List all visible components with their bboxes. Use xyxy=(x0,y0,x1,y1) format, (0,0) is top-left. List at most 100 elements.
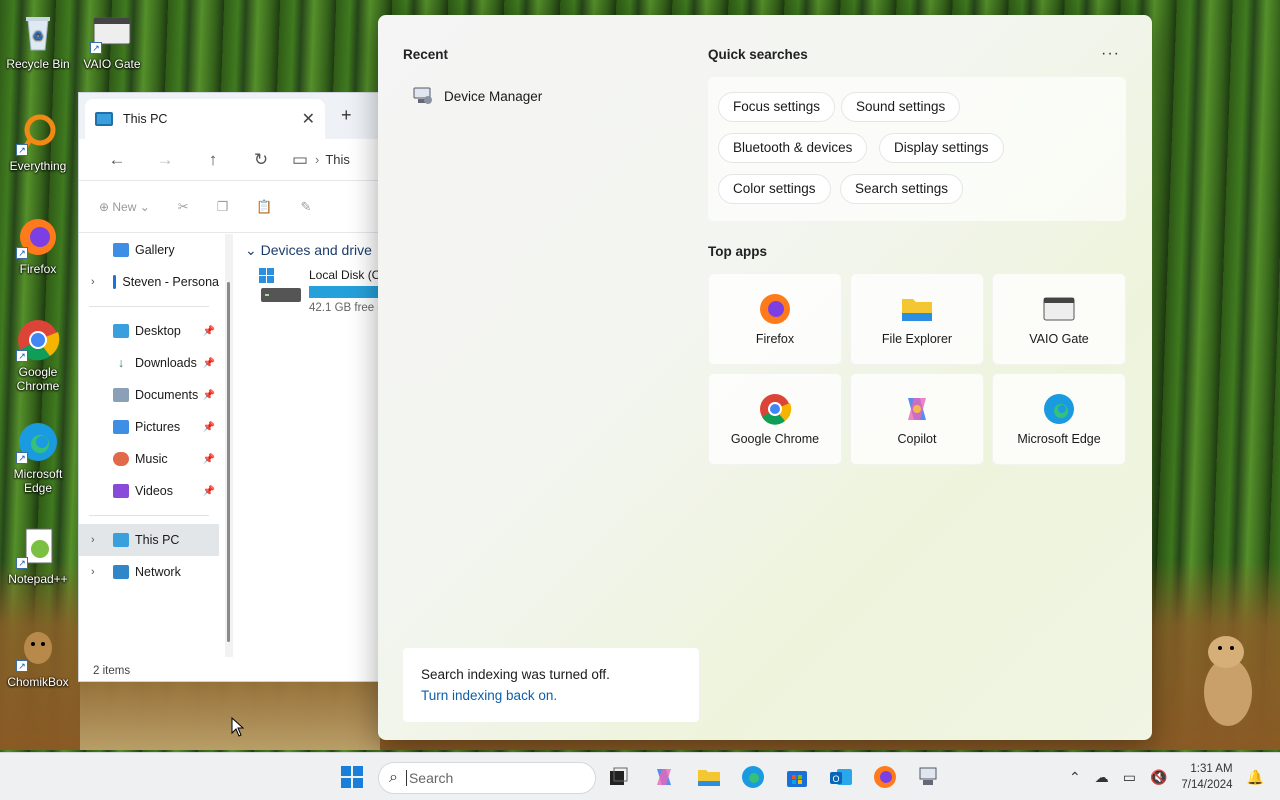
cut-icon[interactable]: ✂ xyxy=(178,199,189,215)
sidebar-scrollbar[interactable] xyxy=(225,234,233,657)
app-label: Google Chrome xyxy=(730,432,820,446)
new-tab-icon[interactable]: + xyxy=(341,105,352,126)
search-start-panel: Recent Device Manager Quick searches ···… xyxy=(378,15,1152,740)
desktop-icon-chomikbox[interactable]: ↗ ChomikBox xyxy=(0,628,76,689)
desktop-mascot-image xyxy=(1196,630,1260,730)
notice-text: Search indexing was turned off. xyxy=(421,667,610,682)
group-header[interactable]: ⌄ Devices and drive xyxy=(235,234,378,259)
desktop-icon-recycle-bin[interactable]: ♻ Recycle Bin xyxy=(0,10,76,71)
expand-chevron-icon[interactable]: › xyxy=(91,534,95,546)
firefox-icon xyxy=(874,766,896,788)
sidebar-item-downloads[interactable]: ↓ Downloads 📌 xyxy=(79,347,219,379)
desktop-icon-firefox[interactable]: ↗ Firefox xyxy=(0,215,76,276)
sidebar-item-videos[interactable]: Videos 📌 xyxy=(79,475,219,507)
device-manager-icon xyxy=(412,86,434,106)
taskbar-store[interactable] xyxy=(785,765,809,789)
forward-arrow-icon[interactable]: → xyxy=(141,150,189,170)
recent-title: Recent xyxy=(403,47,449,62)
top-app-firefox[interactable]: Firefox xyxy=(708,273,842,365)
chip-color-settings[interactable]: Color settings xyxy=(718,174,831,204)
chip-bluetooth-devices[interactable]: Bluetooth & devices xyxy=(718,133,868,163)
shortcut-arrow-icon: ↗ xyxy=(90,42,102,54)
desktop-icon-notepadpp[interactable]: ↗ Notepad++ xyxy=(0,525,76,586)
taskbar-device-manager[interactable] xyxy=(917,765,941,789)
drive-item-c[interactable]: Local Disk (C 42.1 GB free o xyxy=(259,268,378,314)
chip-focus-settings[interactable]: Focus settings xyxy=(718,92,836,122)
pin-icon: 📌 xyxy=(202,325,215,337)
expand-chevron-icon[interactable]: › xyxy=(91,566,95,578)
desktop-icon-microsoft-edge[interactable]: ↗ Microsoft Edge xyxy=(0,420,76,495)
sidebar-item-network[interactable]: › Network xyxy=(79,556,219,588)
chip-display-settings[interactable]: Display settings xyxy=(879,133,1004,163)
sidebar-divider xyxy=(89,306,209,307)
network-tray-icon[interactable]: ▭ xyxy=(1123,769,1136,786)
scrollbar-thumb[interactable] xyxy=(227,282,230,642)
desktop-icon-label: ChomikBox xyxy=(7,675,69,689)
show-hidden-icons-chevron-icon[interactable]: ⌃ xyxy=(1069,769,1081,786)
chip-search-settings[interactable]: Search settings xyxy=(840,174,964,204)
desktop-icon-label: Microsoft Edge xyxy=(13,467,63,495)
store-icon xyxy=(787,771,807,787)
download-icon: ↓ xyxy=(117,356,125,370)
edge-icon xyxy=(742,766,764,788)
status-bar: 2 items xyxy=(93,665,131,677)
taskbar: ⌕ Search O ⌃ ☁ ▭ 🔇 1:31 AM 7/14/2024 🔔 xyxy=(0,752,1280,800)
sidebar-item-onedrive[interactable]: › Steven - Persona xyxy=(79,266,219,298)
taskbar-file-explorer[interactable] xyxy=(697,765,721,789)
chrome-icon xyxy=(758,392,792,426)
drive-free-space: 42.1 GB free o xyxy=(309,302,378,314)
expand-chevron-icon[interactable]: › xyxy=(91,276,95,288)
task-view-button[interactable] xyxy=(606,765,630,789)
recent-item-device-manager[interactable]: Device Manager xyxy=(412,86,542,106)
top-app-copilot[interactable]: Copilot xyxy=(850,373,984,465)
chip-sound-settings[interactable]: Sound settings xyxy=(841,92,961,122)
more-options-icon[interactable]: ··· xyxy=(1101,45,1120,63)
back-arrow-icon[interactable]: ← xyxy=(93,150,141,170)
firefox-icon: ↗ xyxy=(16,215,60,259)
taskbar-outlook[interactable]: O xyxy=(829,765,853,789)
top-app-microsoft-edge[interactable]: Microsoft Edge xyxy=(992,373,1126,465)
notification-bell-icon[interactable]: 🔔 xyxy=(1247,769,1264,786)
sidebar-item-label: Videos xyxy=(135,484,173,498)
new-button[interactable]: ⊕ New ⌄ xyxy=(99,200,150,214)
quick-searches-title: Quick searches xyxy=(708,47,808,62)
top-apps-title: Top apps xyxy=(708,244,767,259)
top-app-file-explorer[interactable]: File Explorer xyxy=(850,273,984,365)
sidebar-item-this-pc[interactable]: › This PC xyxy=(79,524,219,556)
clock[interactable]: 1:31 AM 7/14/2024 xyxy=(1181,761,1232,793)
taskbar-firefox[interactable] xyxy=(873,765,897,789)
refresh-icon[interactable]: ↻ xyxy=(237,150,285,170)
taskbar-search-box[interactable]: ⌕ Search xyxy=(378,762,596,794)
desktop-icon-everything[interactable]: ↗ Everything xyxy=(0,112,76,173)
volume-tray-icon[interactable]: 🔇 xyxy=(1150,769,1167,786)
desktop-icon-vaio-gate[interactable]: ↗ VAIO Gate xyxy=(74,10,150,71)
close-tab-icon[interactable]: ✕ xyxy=(302,109,315,129)
copy-icon[interactable]: ❐ xyxy=(217,199,229,215)
sidebar-item-music[interactable]: Music 📌 xyxy=(79,443,219,475)
sidebar-item-pictures[interactable]: Pictures 📌 xyxy=(79,411,219,443)
explorer-tab[interactable]: This PC ✕ xyxy=(85,99,325,139)
turn-indexing-on-link[interactable]: Turn indexing back on. xyxy=(421,688,699,703)
quick-searches-box: Focus settings Sound settings Bluetooth … xyxy=(708,77,1126,221)
sidebar-item-desktop[interactable]: Desktop 📌 xyxy=(79,315,219,347)
top-app-vaio-gate[interactable]: VAIO Gate xyxy=(992,273,1126,365)
address-bar[interactable]: This xyxy=(325,152,350,167)
sidebar-item-documents[interactable]: Documents 📌 xyxy=(79,379,219,411)
pin-icon: 📌 xyxy=(202,485,215,497)
desktop-icon-google-chrome[interactable]: ↗ Google Chrome xyxy=(0,318,76,393)
onedrive-tray-icon[interactable]: ☁ xyxy=(1095,769,1109,786)
rename-icon[interactable]: ✎ xyxy=(301,199,312,215)
taskbar-copilot[interactable] xyxy=(652,765,676,789)
group-header-label: Devices and drive xyxy=(260,242,372,258)
this-pc-icon xyxy=(113,533,129,547)
taskbar-edge[interactable] xyxy=(741,765,765,789)
up-arrow-icon[interactable]: ↑ xyxy=(189,150,237,170)
start-button[interactable] xyxy=(340,765,364,789)
app-label: Firefox xyxy=(755,332,795,346)
sidebar-item-gallery[interactable]: Gallery xyxy=(79,234,219,266)
app-label: VAIO Gate xyxy=(1029,332,1089,346)
firefox-icon xyxy=(758,292,792,326)
windows-logo-icon xyxy=(341,766,363,788)
paste-icon[interactable]: 📋 xyxy=(256,199,272,215)
top-app-google-chrome[interactable]: Google Chrome xyxy=(708,373,842,465)
